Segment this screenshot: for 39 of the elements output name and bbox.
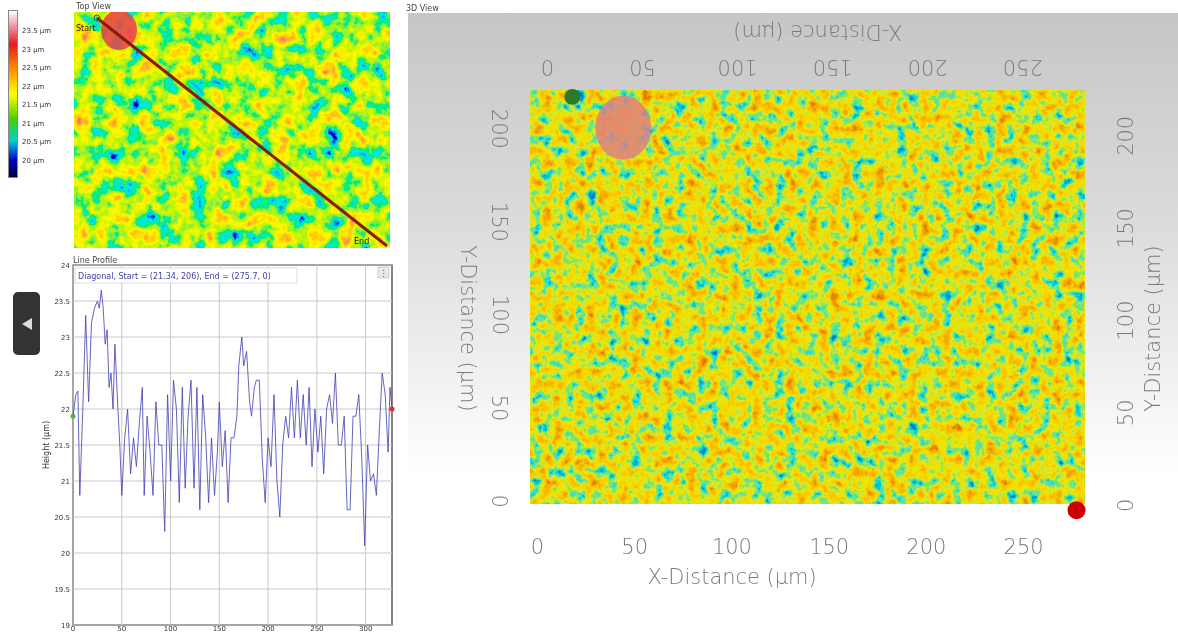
end-marker (1067, 501, 1086, 520)
x-tick-label: 200 (906, 535, 947, 560)
x-tick-label: 100 (717, 54, 758, 79)
triangle-left-icon (20, 316, 33, 331)
y-tick-label: 200 (1114, 115, 1139, 156)
x-tick-label: 200 (907, 54, 948, 79)
axis-title: Y-Distance (µm) (1141, 245, 1166, 412)
x-tick-label: 250 (1002, 54, 1043, 79)
y-tick-label: 0 (487, 494, 512, 508)
axis-title: Y-Distance (µm) (455, 245, 480, 412)
y-tick-label: 100 (487, 295, 512, 335)
chart-title: Line Profile (73, 256, 118, 265)
y-tick-label: 0 (1114, 498, 1139, 512)
start-marker (564, 88, 581, 105)
x-tick-label: 50 (629, 54, 656, 79)
x-tick-label: 0 (540, 54, 555, 79)
axis-title: X-Distance (µm) (733, 20, 903, 44)
y-tick-label: 50 (1114, 399, 1139, 427)
y-tick-label: 50 (487, 394, 512, 422)
panel-title: 3D View (405, 4, 439, 13)
collapse-button[interactable] (13, 292, 40, 355)
y-axis-title: Height (µm) (42, 420, 51, 470)
y-tick-label: 100 (1114, 300, 1139, 341)
y-tick-label: 150 (487, 201, 512, 242)
x-tick-label: 50 (621, 535, 648, 560)
panel-title: Top View (75, 1, 113, 12)
end-marker (389, 406, 395, 412)
x-tick-label: 150 (809, 535, 850, 560)
x-tick-label: 150 (812, 54, 853, 79)
end-label: End (354, 237, 370, 246)
legend-box: Diagonal, Start = (21.34, 206), End = (275.7, 0) (74, 267, 298, 284)
x-tick-label: 0 (530, 535, 545, 560)
x-tick-label: 100 (711, 535, 752, 560)
x-tick-label: 250 (1003, 535, 1044, 560)
menu-button[interactable]: ⋮ (377, 266, 390, 279)
y-tick-label: 200 (487, 108, 512, 149)
axis-title: X-Distance (µm) (647, 565, 817, 590)
start-marker (70, 413, 76, 419)
y-tick-label: 150 (1114, 208, 1139, 249)
